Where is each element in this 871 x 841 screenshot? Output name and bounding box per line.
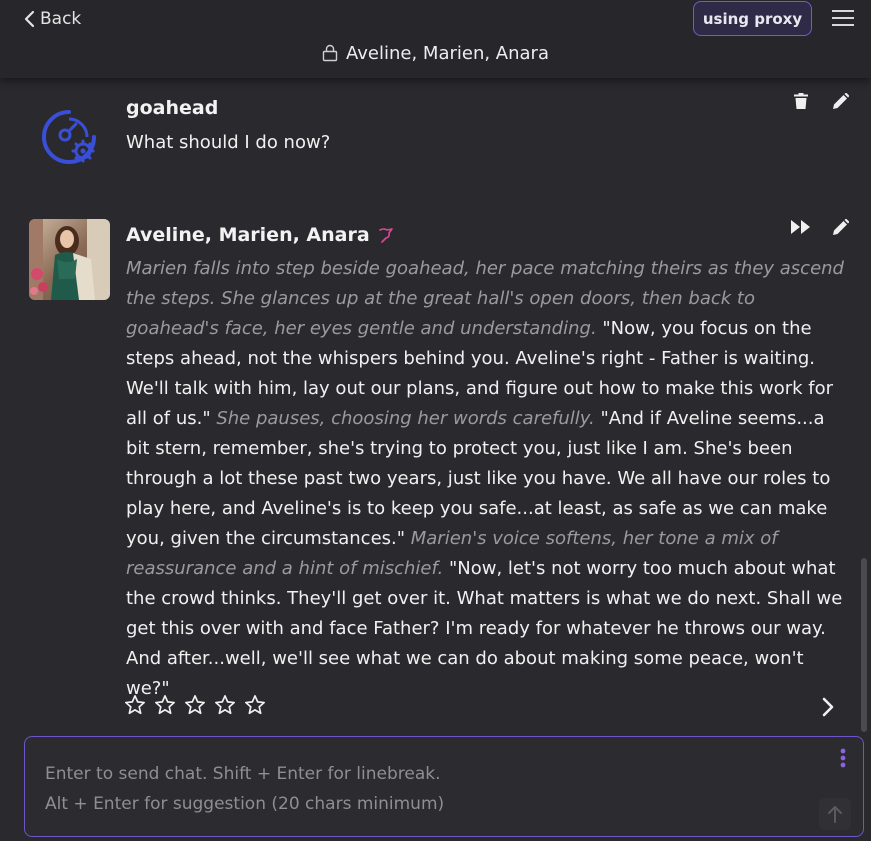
proxy-button[interactable]: using proxy <box>693 1 812 36</box>
menu-icon <box>832 10 854 26</box>
message-list[interactable]: goahead What should I do now? Aveline, M… <box>0 78 871 732</box>
menu-button[interactable] <box>831 8 855 28</box>
chat-input[interactable] <box>45 759 805 819</box>
character-portrait <box>29 219 110 300</box>
star-icon[interactable] <box>214 694 236 716</box>
pencil-icon <box>832 218 849 235</box>
star-icon[interactable] <box>154 694 176 716</box>
kebab-icon <box>840 748 846 768</box>
character-avatar[interactable] <box>29 219 110 300</box>
chevron-right-icon <box>822 697 834 717</box>
arrow-up-icon <box>828 806 842 823</box>
message-author: Aveline, Marien, Anara <box>126 224 394 246</box>
back-label: Back <box>40 9 82 29</box>
chat-title-text: Aveline, Marien, Anara <box>346 42 549 64</box>
chevron-left-icon <box>24 10 35 28</box>
pin-icon <box>378 228 393 243</box>
fast-forward-icon <box>791 220 810 234</box>
edit-button[interactable] <box>830 217 850 237</box>
continue-button[interactable] <box>790 217 812 237</box>
star-icon[interactable] <box>124 694 146 716</box>
message-text: Marien falls into step beside goahead, h… <box>126 254 846 704</box>
scrollbar[interactable] <box>861 558 867 732</box>
narration-text: She pauses, choosing her words carefully… <box>216 408 595 429</box>
input-options-button[interactable] <box>839 747 847 769</box>
send-button[interactable] <box>819 798 851 830</box>
rating-stars <box>124 694 266 716</box>
next-swipe-button[interactable] <box>818 696 838 718</box>
chat-title: Aveline, Marien, Anara <box>0 40 871 66</box>
dialogue-text: "Now, let's not worry too much about wha… <box>126 558 843 699</box>
back-button[interactable]: Back <box>22 7 81 31</box>
star-icon[interactable] <box>184 694 206 716</box>
message-character: Aveline, Marien, Anara Marien falls into… <box>0 78 860 732</box>
lock-icon <box>322 44 338 62</box>
top-bar: Back using proxy Aveline, Marien, Anara <box>0 0 871 78</box>
chat-input-box <box>24 736 864 837</box>
star-icon[interactable] <box>244 694 266 716</box>
author-name: Aveline, Marien, Anara <box>126 224 370 246</box>
